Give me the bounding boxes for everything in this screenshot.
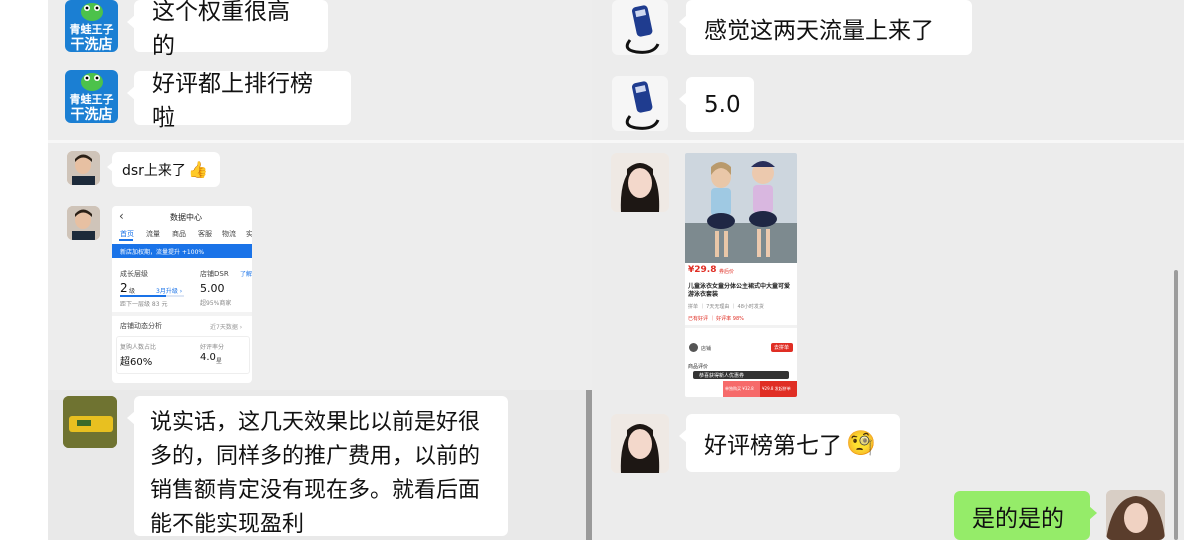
dsr-value: 5.00 xyxy=(200,282,225,295)
message-text: 感觉这两天流量上来了 xyxy=(704,17,934,44)
chat-panel-right: 感觉这两天流量上来了 5.0 ¥29.8 券后价 儿童泳衣女童分体公主裙式中大童… xyxy=(592,0,1184,540)
contact-avatar[interactable] xyxy=(612,76,668,131)
growth-progress-bar xyxy=(120,295,184,297)
person-photo-icon xyxy=(611,153,669,212)
my-avatar[interactable] xyxy=(1106,490,1165,540)
contact-avatar[interactable] xyxy=(611,414,669,473)
shop-avatar[interactable]: 青蛙王子 干洗店 xyxy=(65,0,118,52)
data-center-screenshot[interactable]: ‹ 数据中心 首页 流量 商品 客服 物流 实 新店加权期，流量提升 +100%… xyxy=(112,206,252,383)
product-price: ¥29.8 xyxy=(688,265,717,275)
growth-label: 成长层级 xyxy=(120,270,148,278)
person-photo-icon xyxy=(611,414,669,473)
contact-avatar[interactable] xyxy=(67,151,100,185)
growth-sub: 距下一层级 83 元 xyxy=(120,301,168,308)
reviews-label: 商品评价 xyxy=(688,364,709,370)
product-title: 儿童泳衣女童分体公主裙式中大童可爱游泳衣套装 xyxy=(688,283,791,298)
active-tab-underline xyxy=(119,239,133,241)
message-bubble[interactable]: 感觉这两天流量上来了 xyxy=(679,0,972,55)
reorder-label: 复购人数占比 xyxy=(120,344,157,351)
thumbs-up-icon: 👍 xyxy=(187,160,208,179)
tab-logistics[interactable]: 物流 xyxy=(222,229,236,239)
dsr-label: 店铺DSR xyxy=(200,270,229,278)
tab-product[interactable]: 商品 xyxy=(172,229,186,239)
message-text: 5.0 xyxy=(704,91,741,118)
thinking-face-icon: 🧐 xyxy=(846,429,876,457)
group-buy-bar-label: ¥29.8 发起拼单 xyxy=(762,386,791,391)
divider xyxy=(112,312,252,316)
contact-avatar[interactable] xyxy=(612,0,668,55)
message-text: 好评榜第七了 xyxy=(704,433,842,459)
tab-service[interactable]: 客服 xyxy=(198,229,212,239)
message-text: 是的是的 xyxy=(972,505,1064,532)
message-text: 说实话，这几天效果比以前是好很多的，同样多的推广费用，以前的销售额肯定没有现在多… xyxy=(150,410,481,537)
dsr-sub: 超95%商家 xyxy=(200,300,232,307)
review-note: 已有好评 ｜ 好评率 98% xyxy=(688,316,744,322)
shop-avatar-line2: 干洗店 xyxy=(70,37,113,52)
gauge-device-icon xyxy=(625,5,660,54)
coupon-popup-text: 恭喜获得新人优惠券 xyxy=(699,373,745,379)
person-photo-icon xyxy=(67,151,100,185)
message-bubble[interactable]: dsr上来了 👍 xyxy=(107,152,220,187)
group-buy-button-label: 去拼单 xyxy=(774,345,790,351)
section-divider xyxy=(592,140,1184,143)
message-bubble[interactable]: 说实话，这几天效果比以前是好很多的，同样多的推广费用，以前的销售额肯定没有现在多… xyxy=(127,396,508,537)
contact-avatar[interactable] xyxy=(63,396,117,448)
trend-link[interactable]: 近7天数据 › xyxy=(210,322,242,331)
tab-traffic[interactable]: 流量 xyxy=(146,229,160,239)
gauge-device-icon xyxy=(625,81,660,130)
coupon-popup: 恭喜获得新人优惠券 xyxy=(693,371,789,379)
rating-label: 好评率分 xyxy=(200,344,225,351)
message-text: 这个权重很高的 xyxy=(152,0,290,59)
group-buy-button[interactable]: 去拼单 xyxy=(771,343,793,352)
contact-avatar[interactable] xyxy=(611,153,669,212)
banner: 新店加权期，流量提升 +100% xyxy=(112,244,252,258)
tab-more[interactable]: 实 xyxy=(246,229,252,239)
shop-avatar-line2: 干洗店 xyxy=(70,107,113,123)
message-text: 好评都上排行榜啦 xyxy=(152,71,313,131)
growth-value: 2 xyxy=(120,281,128,295)
screenshot-title: 数据中心 xyxy=(170,213,202,222)
product-screenshot[interactable]: ¥29.8 券后价 儿童泳衣女童分体公主裙式中大童可爱游泳衣套装 拼单 ｜ 7天… xyxy=(685,153,797,397)
shop-avatar-small xyxy=(689,343,698,352)
rating-value: 4.0 xyxy=(200,352,216,363)
tab-home[interactable]: 首页 xyxy=(120,229,134,239)
my-message-bubble[interactable]: 是的是的 xyxy=(954,491,1097,540)
back-icon[interactable]: ‹ xyxy=(119,209,124,223)
message-text: dsr上来了 xyxy=(122,162,186,179)
chat-panel-left: 青蛙王子 干洗店 这个权重很高的 青蛙王子 干洗店 好评都上排行榜啦 dsr上来… xyxy=(48,0,592,540)
divider xyxy=(685,325,797,328)
banner-text: 新店加权期，流量提升 +100% xyxy=(120,249,205,256)
shop-avatar[interactable]: 青蛙王子 干洗店 xyxy=(65,70,118,123)
shop-label: 店铺 xyxy=(701,346,712,352)
person-photo-icon xyxy=(67,206,100,240)
price-tag: 券后价 xyxy=(719,269,735,275)
product-photo-icon xyxy=(63,396,117,448)
contact-avatar[interactable] xyxy=(67,206,100,240)
growth-unit: 级 xyxy=(129,288,136,295)
dsr-link[interactable]: 了解 xyxy=(240,269,252,278)
group-buy-bar-button[interactable]: ¥29.8 发起拼单 xyxy=(760,381,797,397)
trend-label: 店铺动态分析 xyxy=(120,322,162,330)
product-photo xyxy=(685,153,797,263)
buy-alone-button[interactable]: 单独购买 ¥32.8 xyxy=(723,381,760,397)
product-meta: 拼单 ｜ 7天无理由 ｜ 48小时发货 xyxy=(688,304,764,310)
message-bubble[interactable]: 这个权重很高的 xyxy=(127,0,328,59)
message-bubble[interactable]: 好评都上排行榜啦 xyxy=(127,71,351,131)
rating-unit: 星 xyxy=(216,358,223,365)
message-bubble[interactable]: 好评榜第七了 🧐 xyxy=(679,414,900,472)
section-divider xyxy=(48,140,592,143)
scrollbar[interactable] xyxy=(1174,270,1178,540)
growth-link[interactable]: 3月升级 › xyxy=(156,286,182,295)
person-photo-icon xyxy=(1106,490,1165,540)
growth-progress-fill xyxy=(120,295,167,297)
reorder-value: 超60% xyxy=(120,357,153,368)
buy-alone-label: 单独购买 ¥32.8 xyxy=(725,386,754,391)
message-bubble[interactable]: 5.0 xyxy=(679,77,754,132)
